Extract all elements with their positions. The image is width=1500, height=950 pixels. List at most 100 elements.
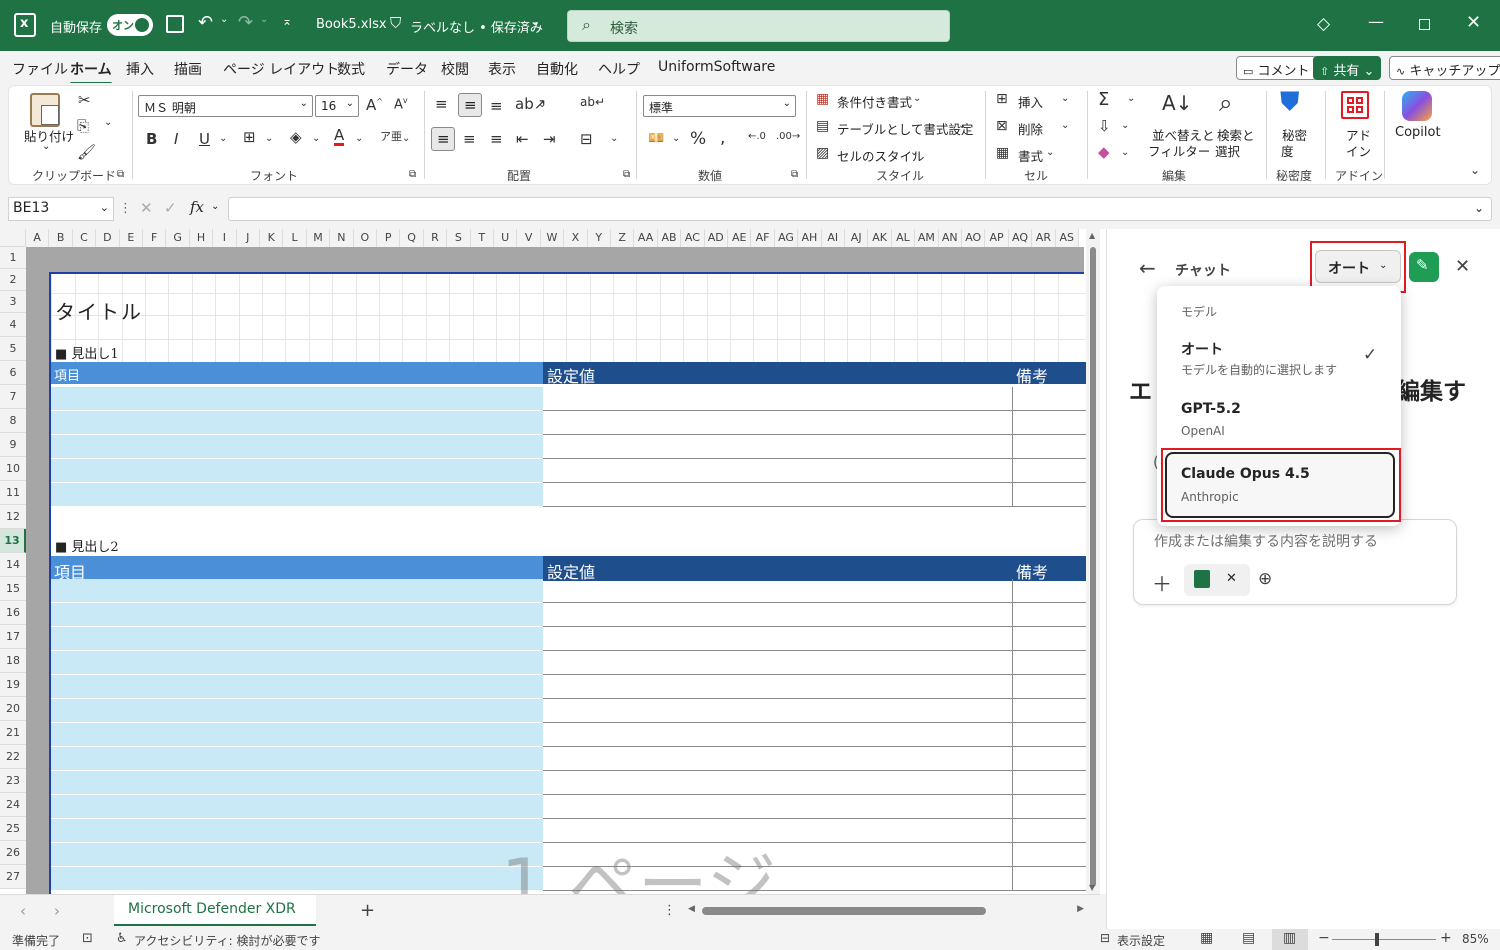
currency-icon[interactable]: 💴 — [648, 131, 664, 146]
accessibility-status[interactable]: アクセシビリティ: 検討が必要です — [134, 932, 321, 949]
value-cell[interactable] — [543, 771, 1012, 795]
name-box[interactable]: BE13 ⌄ — [8, 197, 114, 221]
decrease-font-icon[interactable]: Av — [394, 96, 408, 112]
normal-view-icon[interactable]: ▦ — [1200, 930, 1213, 946]
column-header[interactable]: D — [96, 229, 120, 247]
item-cell[interactable] — [51, 699, 543, 723]
tab-help[interactable]: ヘルプ — [598, 59, 640, 79]
column-header[interactable]: M — [306, 229, 331, 247]
copy-icon[interactable]: ⎘ — [77, 117, 89, 135]
tab-view[interactable]: 表示 — [488, 59, 516, 79]
tab-insert[interactable]: 挿入 — [126, 59, 154, 79]
find-select-label-2[interactable]: 選択 — [1215, 141, 1240, 160]
delete-cells-button[interactable]: 削除 — [1018, 119, 1043, 138]
zoom-out-icon[interactable]: − — [1318, 930, 1330, 946]
autosum-dropdown-icon[interactable]: ⌄ — [1127, 93, 1135, 104]
note-cell[interactable] — [1012, 699, 1086, 723]
tab-split-handle[interactable]: ⋮ — [663, 903, 676, 918]
column-header[interactable]: AB — [657, 229, 682, 247]
note-cell[interactable] — [1012, 459, 1086, 483]
item-cell[interactable] — [51, 603, 543, 627]
table-row[interactable] — [51, 771, 1086, 795]
percent-icon[interactable]: % — [690, 129, 706, 149]
row-header[interactable]: 13 — [0, 529, 26, 553]
note-cell[interactable] — [1012, 483, 1086, 507]
note-cell[interactable] — [1012, 651, 1086, 675]
excel-context-chip[interactable]: ✕ — [1184, 564, 1250, 596]
more-icon[interactable]: ⋮ — [119, 201, 132, 216]
column-header[interactable]: AF — [751, 229, 775, 247]
restore-icon[interactable] — [1419, 19, 1430, 30]
column-header[interactable]: AP — [985, 229, 1009, 247]
vertical-scroll-thumb[interactable] — [1090, 247, 1096, 887]
column-header[interactable]: AD — [704, 229, 728, 247]
undo-icon[interactable]: ↶ — [198, 12, 213, 33]
column-header[interactable]: AM — [915, 229, 939, 247]
note-cell[interactable] — [1012, 579, 1086, 603]
column-header[interactable]: P — [377, 229, 401, 247]
tab-file[interactable]: ファイル — [12, 59, 68, 79]
row-header[interactable]: 24 — [0, 793, 26, 817]
row-header[interactable]: 11 — [0, 481, 26, 505]
select-all-corner[interactable] — [0, 229, 26, 247]
column-header[interactable]: C — [72, 229, 97, 247]
note-cell[interactable] — [1012, 603, 1086, 627]
table-row[interactable] — [51, 699, 1086, 723]
row-header[interactable]: 8 — [0, 409, 26, 433]
item-cell[interactable] — [51, 651, 543, 675]
value-cell[interactable] — [543, 411, 1012, 435]
value-cell[interactable] — [543, 699, 1012, 723]
table-row[interactable] — [51, 387, 1086, 411]
close-window-icon[interactable]: ✕ — [1466, 12, 1481, 33]
insert-cells-button[interactable]: 挿入 — [1018, 92, 1043, 111]
scroll-right-icon[interactable]: ▶ — [1077, 904, 1084, 914]
column-header[interactable]: G — [166, 229, 190, 247]
item-cell[interactable] — [51, 723, 543, 747]
orientation-dropdown-icon[interactable]: ⌄ — [538, 99, 546, 110]
row-header[interactable]: 5 — [0, 337, 26, 361]
sensitivity-label-2[interactable]: 度 — [1281, 141, 1294, 160]
paste-dropdown-icon[interactable]: ⌄ — [42, 141, 50, 152]
decrease-indent-icon[interactable]: ⇤ — [516, 130, 529, 148]
model-option-claude[interactable]: Claude Opus 4.5 Anthropic — [1165, 452, 1395, 518]
note-cell[interactable] — [1012, 675, 1086, 699]
table-row[interactable] — [51, 411, 1086, 435]
copilot-icon[interactable] — [1402, 91, 1432, 121]
table-row[interactable] — [51, 723, 1086, 747]
column-header[interactable]: Y — [587, 229, 611, 247]
zoom-slider[interactable] — [1332, 933, 1436, 946]
horizontal-scrollbar[interactable]: ◀ ▶ — [686, 904, 1086, 918]
chevron-down-icon[interactable]: ⌄ — [1046, 147, 1054, 158]
column-header[interactable]: A — [26, 229, 50, 247]
item-cell[interactable] — [51, 627, 543, 651]
format-as-table-button[interactable]: テーブルとして書式設定 — [837, 119, 973, 138]
dialog-launcher-icon[interactable]: ⧉ — [791, 169, 798, 180]
value-cell[interactable] — [543, 603, 1012, 627]
row-header[interactable]: 25 — [0, 817, 26, 841]
zoom-level[interactable]: 85% — [1462, 932, 1489, 946]
column-header[interactable]: AL — [891, 229, 916, 247]
phonetic-icon[interactable]: ア亜 — [380, 128, 402, 144]
autosave-toggle[interactable]: オン — [107, 14, 153, 36]
column-header[interactable]: AJ — [845, 229, 869, 247]
column-header[interactable]: W — [540, 229, 565, 247]
tab-data[interactable]: データ — [386, 59, 428, 79]
column-header[interactable]: X — [564, 229, 588, 247]
font-color-icon[interactable]: A — [334, 128, 345, 146]
format-cells-button[interactable]: 書式 — [1018, 146, 1043, 165]
tab-automate[interactable]: 自動化 — [536, 59, 578, 79]
horizontal-scroll-thumb[interactable] — [702, 907, 986, 915]
table-row[interactable] — [51, 747, 1086, 771]
column-header[interactable]: AN — [938, 229, 962, 247]
chevron-down-icon[interactable]: ⌄ — [1061, 120, 1069, 131]
new-chat-button[interactable]: ✎ — [1409, 252, 1439, 282]
column-header[interactable]: AO — [962, 229, 986, 247]
underline-dropdown-icon[interactable]: ⌄ — [219, 133, 227, 144]
dialog-launcher-icon[interactable]: ⧉ — [623, 169, 630, 180]
item-cell[interactable] — [51, 459, 543, 483]
macro-record-icon[interactable]: ⊡ — [82, 931, 93, 946]
increase-indent-icon[interactable]: ⇥ — [543, 130, 556, 148]
border-dropdown-icon[interactable]: ⌄ — [265, 133, 273, 144]
column-header[interactable]: S — [447, 229, 471, 247]
table-row[interactable] — [51, 459, 1086, 483]
